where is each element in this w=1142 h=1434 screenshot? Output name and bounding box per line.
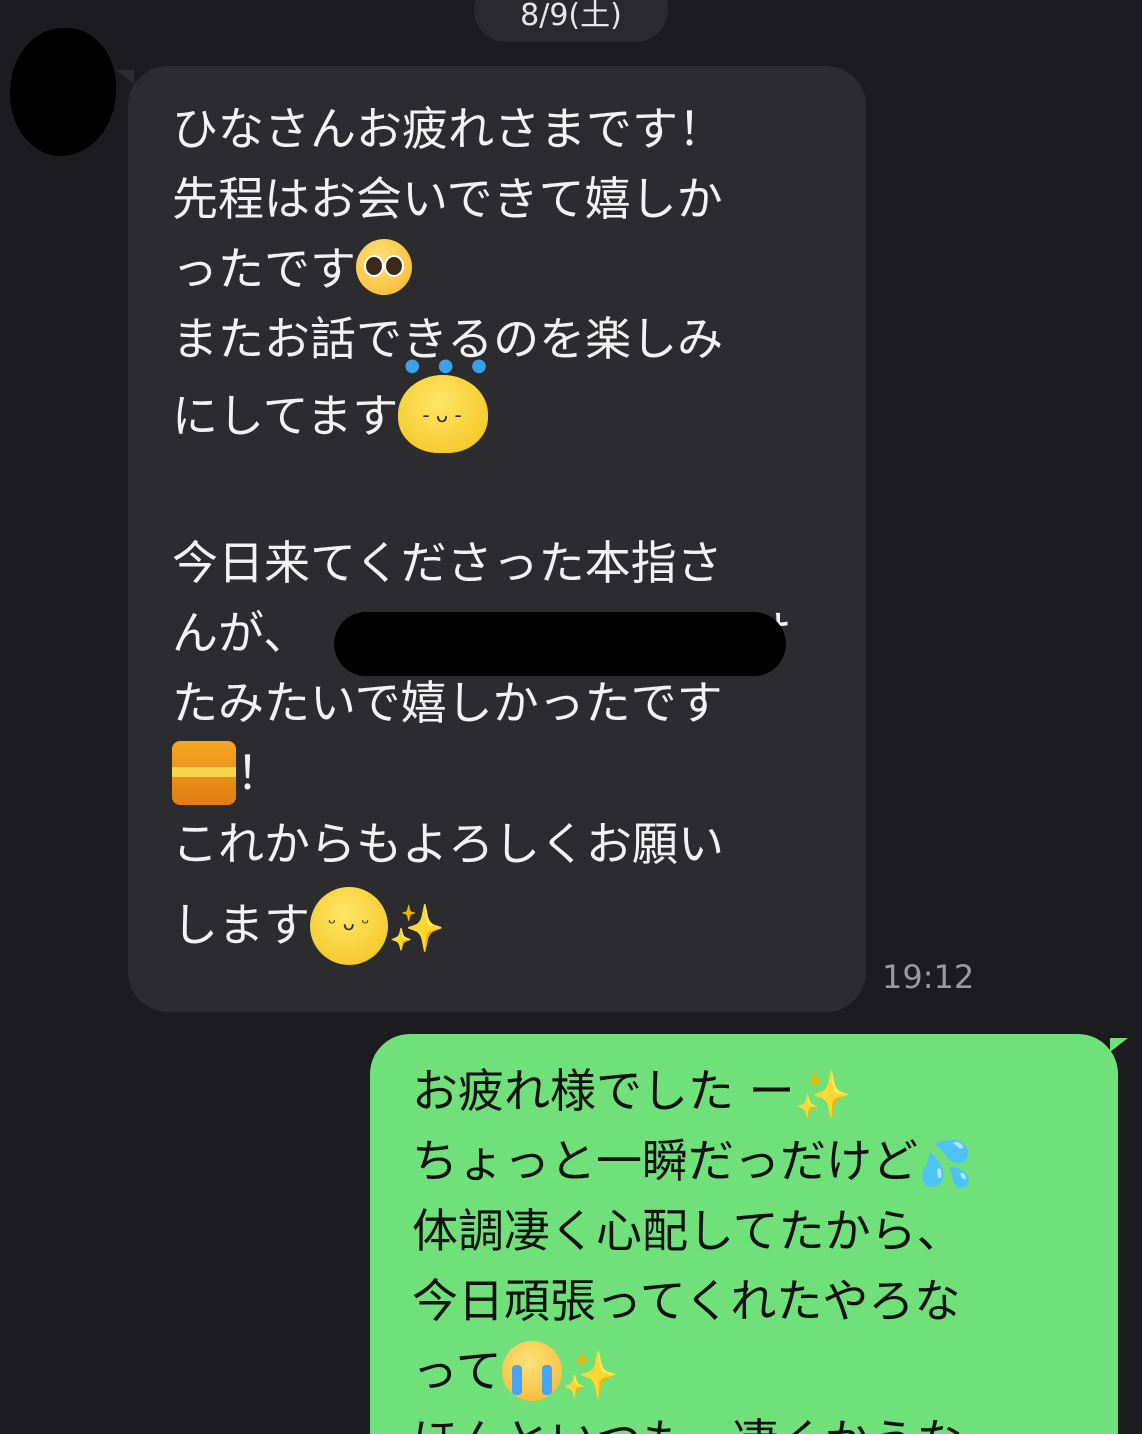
message-line: 先程はお会いできて嬉しか: [172, 172, 723, 226]
message-line: ほんといつも、凄くかうな: [412, 1406, 1098, 1434]
sparkles-icon: ✨: [388, 901, 446, 955]
redaction-mark: [334, 612, 786, 676]
sparkles-icon: ✨: [561, 1347, 619, 1402]
kimono-icon: [172, 740, 236, 805]
message-line: って ✨: [412, 1336, 1098, 1406]
chat-screen: 8/9(土) ひなさんお疲れさまです！ 先程はお会いできて嬉しか ったです また…: [0, 0, 1142, 1434]
message-line: たみたいで嬉しかったです: [172, 676, 723, 730]
sweat-droplets-icon: 💦: [918, 1138, 973, 1190]
message-line: 体調凄く心配してたから、: [412, 1204, 963, 1258]
message-line: お疲れ様でした ー✨: [412, 1064, 852, 1122]
outgoing-bubble-tail: [1110, 1038, 1128, 1052]
message-line: 今日来てくださった本指さ: [172, 536, 723, 590]
message-line: にしてます ● ● ● - ᴗ -: [172, 356, 836, 458]
date-separator: 8/9(土): [474, 0, 668, 42]
avatar[interactable]: [10, 28, 116, 156]
message-line: ったです: [172, 234, 836, 304]
crying-face-icon: [501, 1340, 562, 1401]
pleading-face-icon: [356, 238, 412, 295]
sweating-blob-icon: ● ● ● - ᴗ -: [398, 356, 489, 453]
message-line: します ᵕ ᴗ ᵕ ✨: [172, 879, 836, 971]
message-line: これからもよろしくお願い: [172, 816, 724, 871]
incoming-message-bubble[interactable]: ひなさんお疲れさまです！ 先程はお会いできて嬉しか ったです またお話できるのを…: [128, 66, 866, 1012]
incoming-bubble-tail: [116, 70, 134, 84]
message-timestamp: 19:12: [882, 958, 975, 996]
message-line: ちょっと一瞬だっだけど💦: [412, 1134, 973, 1190]
sparkles-icon: ✨: [794, 1067, 852, 1122]
smiling-blob-icon: ᵕ ᴗ ᵕ: [310, 887, 388, 965]
message-line: ！: [172, 738, 836, 809]
outgoing-message-bubble[interactable]: お疲れ様でした ー✨ ちょっと一瞬だっだけど💦 体調凄く心配してたから、 今日頑…: [370, 1034, 1118, 1434]
message-line: ひなさんお疲れさまです！: [172, 102, 724, 156]
message-line: 今日頑張ってくれたやろな: [412, 1274, 961, 1328]
message-line: またお話できるのを楽しみ: [172, 312, 724, 366]
